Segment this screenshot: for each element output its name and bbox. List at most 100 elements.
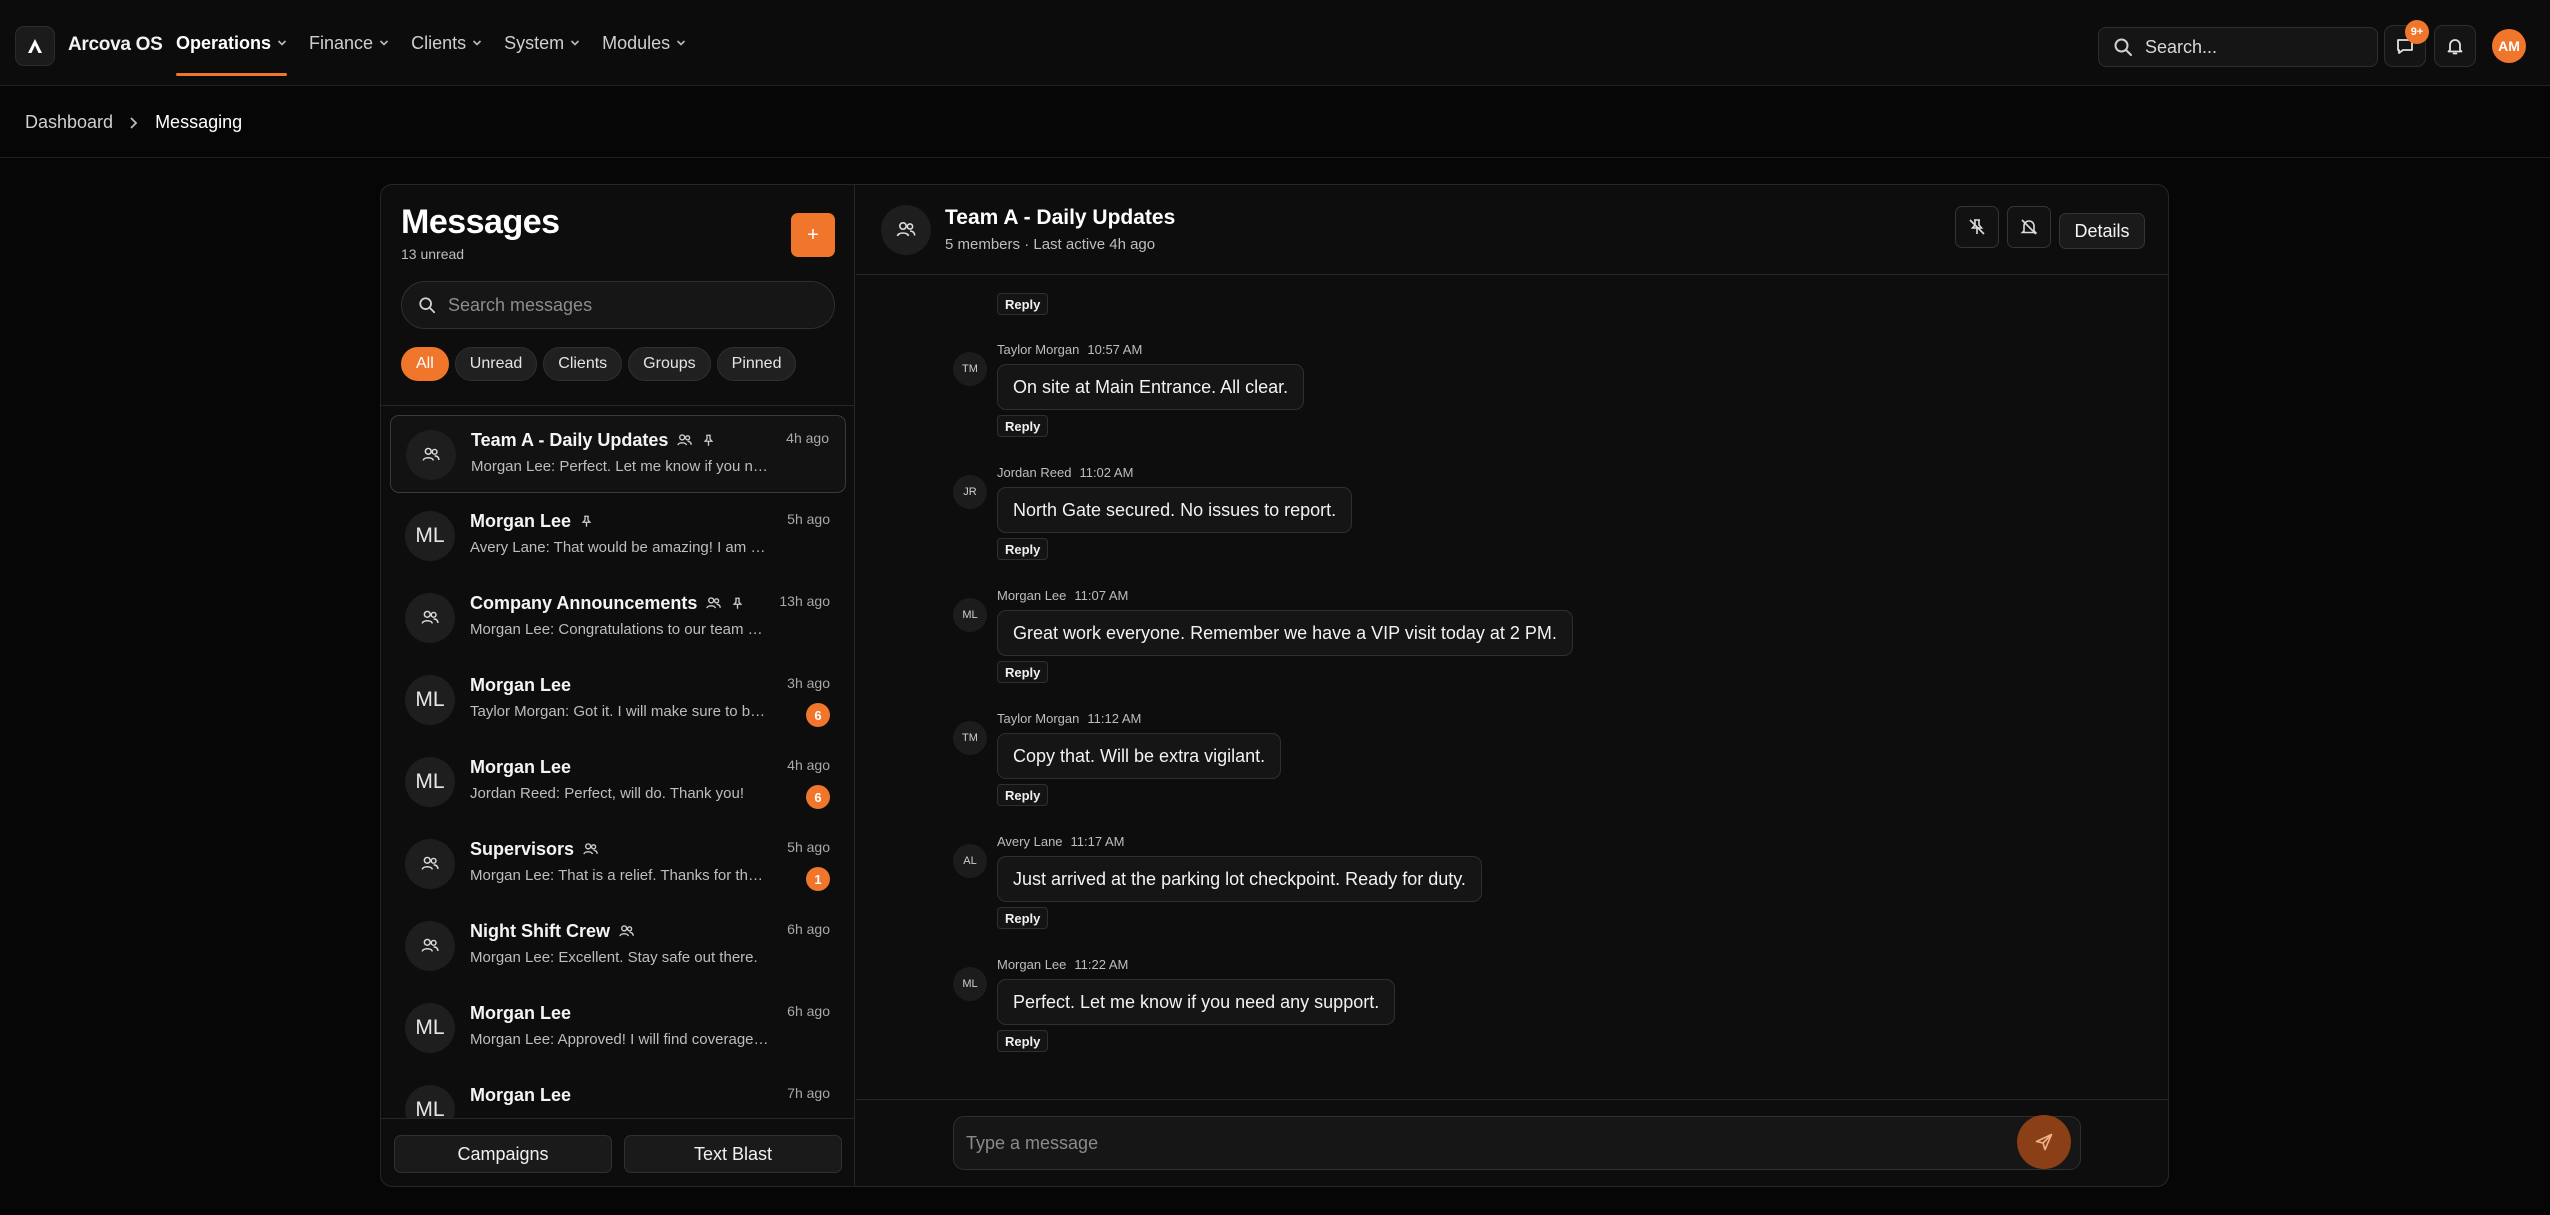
send-button[interactable] bbox=[2017, 1115, 2071, 1169]
conversation-item[interactable]: Team A - Daily Updates Morgan Lee: Perfec… bbox=[390, 415, 846, 493]
filter-chip-unread[interactable]: Unread bbox=[454, 347, 538, 381]
sender-avatar: ML bbox=[953, 598, 987, 632]
user-avatar[interactable]: AM bbox=[2492, 29, 2526, 63]
search-icon bbox=[2114, 38, 2132, 56]
reply-button[interactable]: Reply bbox=[997, 293, 1049, 315]
conversation-name-row: Company Announcements bbox=[470, 593, 745, 614]
message-time: 11:17 AM bbox=[1070, 834, 1125, 849]
filter-chips: All Unread Clients Groups Pinned bbox=[401, 347, 797, 381]
filter-chip-pinned[interactable]: Pinned bbox=[716, 347, 797, 381]
message-bubble: Copy that. Will be extra vigilant. bbox=[997, 733, 1282, 779]
app-name: Arcova OS bbox=[68, 34, 163, 55]
message-bubble: Just arrived at the parking lot checkpoi… bbox=[997, 856, 1482, 902]
filter-chip-all[interactable]: All bbox=[401, 347, 449, 381]
avatar-initials: ML bbox=[415, 524, 445, 547]
avatar-initials: ML bbox=[415, 688, 445, 711]
unread-count: 13 unread bbox=[401, 246, 465, 262]
unpin-button[interactable] bbox=[1955, 206, 1999, 248]
nav-item-operations[interactable]: Operations bbox=[165, 0, 298, 86]
nav-item-clients[interactable]: Clients bbox=[400, 0, 493, 86]
global-search[interactable]: Search... bbox=[2098, 27, 2378, 67]
group-icon bbox=[706, 597, 722, 609]
message-bubble: Perfect. Let me know if you need any sup… bbox=[997, 979, 1396, 1025]
conversation-item[interactable]: Supervisors Morgan Lee: That is a relief.… bbox=[390, 825, 846, 903]
composer-divider bbox=[856, 1099, 2168, 1100]
conversation-item[interactable]: ML Morgan Lee 7h ago bbox=[390, 1071, 846, 1118]
messages-title: Messages bbox=[401, 203, 560, 241]
sender-avatar: JR bbox=[953, 475, 987, 509]
messages-badge: 9+ bbox=[2405, 20, 2429, 44]
chat-subtitle: 5 members · Last active 4h ago bbox=[945, 236, 1156, 253]
message-time: 11:12 AM bbox=[1087, 711, 1142, 726]
message-time: 11:02 AM bbox=[1079, 465, 1134, 480]
conversation-avatar: ML bbox=[405, 757, 455, 807]
reply-button[interactable]: Reply bbox=[997, 415, 1049, 437]
sender-name: Morgan Lee bbox=[997, 957, 1067, 972]
message-input[interactable] bbox=[966, 1132, 2066, 1154]
message-time: 11:22 AM bbox=[1074, 957, 1129, 972]
message-meta: Taylor Morgan 10:57 AM bbox=[997, 342, 1142, 357]
message-search-input[interactable] bbox=[448, 294, 818, 316]
reply-button[interactable]: Reply bbox=[997, 907, 1049, 929]
nav-item-system[interactable]: System bbox=[493, 0, 591, 86]
app-logo-icon[interactable] bbox=[15, 26, 55, 66]
reply-button[interactable]: Reply bbox=[997, 784, 1049, 806]
conversation-name-row: Morgan Lee bbox=[470, 511, 594, 532]
notifications-button[interactable] bbox=[2434, 25, 2476, 67]
campaigns-button[interactable]: Campaigns bbox=[394, 1135, 612, 1173]
conversation-item[interactable]: ML Morgan Lee Taylor Morgan: Got it. I wil… bbox=[390, 661, 846, 739]
group-icon bbox=[677, 434, 693, 446]
conversation-item[interactable]: Night Shift Crew Morgan Lee: Excellent. S… bbox=[390, 907, 846, 985]
breadcrumb-dashboard[interactable]: Dashboard bbox=[25, 112, 113, 133]
reply-button[interactable]: Reply bbox=[997, 1030, 1049, 1052]
nav-item-finance[interactable]: Finance bbox=[298, 0, 400, 86]
conversation-avatar bbox=[405, 593, 455, 643]
conversation-name-row: Morgan Lee bbox=[470, 675, 571, 696]
chevron-down-icon bbox=[571, 40, 580, 46]
nav-item-label: Operations bbox=[176, 32, 272, 53]
reply-button[interactable]: Reply bbox=[997, 538, 1049, 560]
reply-button[interactable]: Reply bbox=[997, 661, 1049, 683]
conversation-name: Morgan Lee bbox=[470, 675, 572, 695]
sender-name: Taylor Morgan bbox=[997, 711, 1080, 726]
conversation-item[interactable]: ML Morgan Lee Jordan Reed: Perfect, will d… bbox=[390, 743, 846, 821]
sender-avatar: TM bbox=[953, 721, 987, 755]
conversation-name: Morgan Lee bbox=[470, 1085, 572, 1105]
conversation-item[interactable]: Company Announcements Morgan Lee: Congrat… bbox=[390, 579, 846, 657]
message-search[interactable] bbox=[401, 281, 835, 329]
conversation-name: Morgan Lee bbox=[470, 757, 572, 777]
chat-pane: Team A - Daily Updates 5 members · Last … bbox=[856, 185, 2168, 1186]
breadcrumb-current: Messaging bbox=[155, 112, 243, 132]
header-divider bbox=[0, 157, 2550, 158]
sender-avatar: TM bbox=[953, 352, 987, 386]
conversation-item[interactable]: ML Morgan Lee Avery Lane: That would be am… bbox=[390, 497, 846, 575]
conversation-preview: Morgan Lee: That is a relief. Thanks for… bbox=[470, 867, 770, 884]
filter-chip-groups[interactable]: Groups bbox=[628, 347, 711, 381]
conversation-preview: Taylor Morgan: Got it. I will make sure … bbox=[470, 703, 770, 720]
sender-name: Taylor Morgan bbox=[997, 342, 1080, 357]
pin-icon bbox=[581, 515, 592, 527]
bell-off-icon bbox=[2020, 219, 2038, 235]
filter-chip-clients[interactable]: Clients bbox=[543, 347, 623, 381]
conversation-item[interactable]: ML Morgan Lee Morgan Lee: Approved! I will… bbox=[390, 989, 846, 1067]
conversation-avatar: ML bbox=[405, 511, 455, 561]
sender-name: Morgan Lee bbox=[997, 588, 1067, 603]
conversation-name-row: Morgan Lee bbox=[470, 1085, 571, 1106]
text-blast-button[interactable]: Text Blast bbox=[624, 1135, 842, 1173]
sender-avatar: ML bbox=[953, 967, 987, 1001]
nav-item-label: Clients bbox=[411, 32, 467, 53]
pin-off-icon bbox=[1969, 219, 1985, 235]
message-composer[interactable] bbox=[953, 1116, 2081, 1170]
messaging-panel: Messages 13 unread + AllUnreadClientsGro… bbox=[380, 184, 2169, 1187]
nav-item-modules[interactable]: Modules bbox=[591, 0, 697, 86]
conversations-sidebar: Messages 13 unread + AllUnreadClientsGro… bbox=[381, 185, 855, 1186]
message-bubble: On site at Main Entrance. All clear. bbox=[997, 364, 1305, 410]
conversation-time: 7h ago bbox=[787, 1085, 830, 1101]
details-button[interactable]: Details bbox=[2059, 213, 2145, 249]
footer-divider bbox=[381, 1118, 855, 1119]
mute-button[interactable] bbox=[2007, 206, 2051, 248]
new-message-button[interactable]: + bbox=[791, 213, 835, 257]
conversation-preview: Morgan Lee: Perfect. Let me know if you … bbox=[471, 458, 771, 475]
conversation-preview: Avery Lane: That would be amazing! I am … bbox=[470, 539, 770, 556]
send-icon bbox=[2035, 1133, 2053, 1151]
